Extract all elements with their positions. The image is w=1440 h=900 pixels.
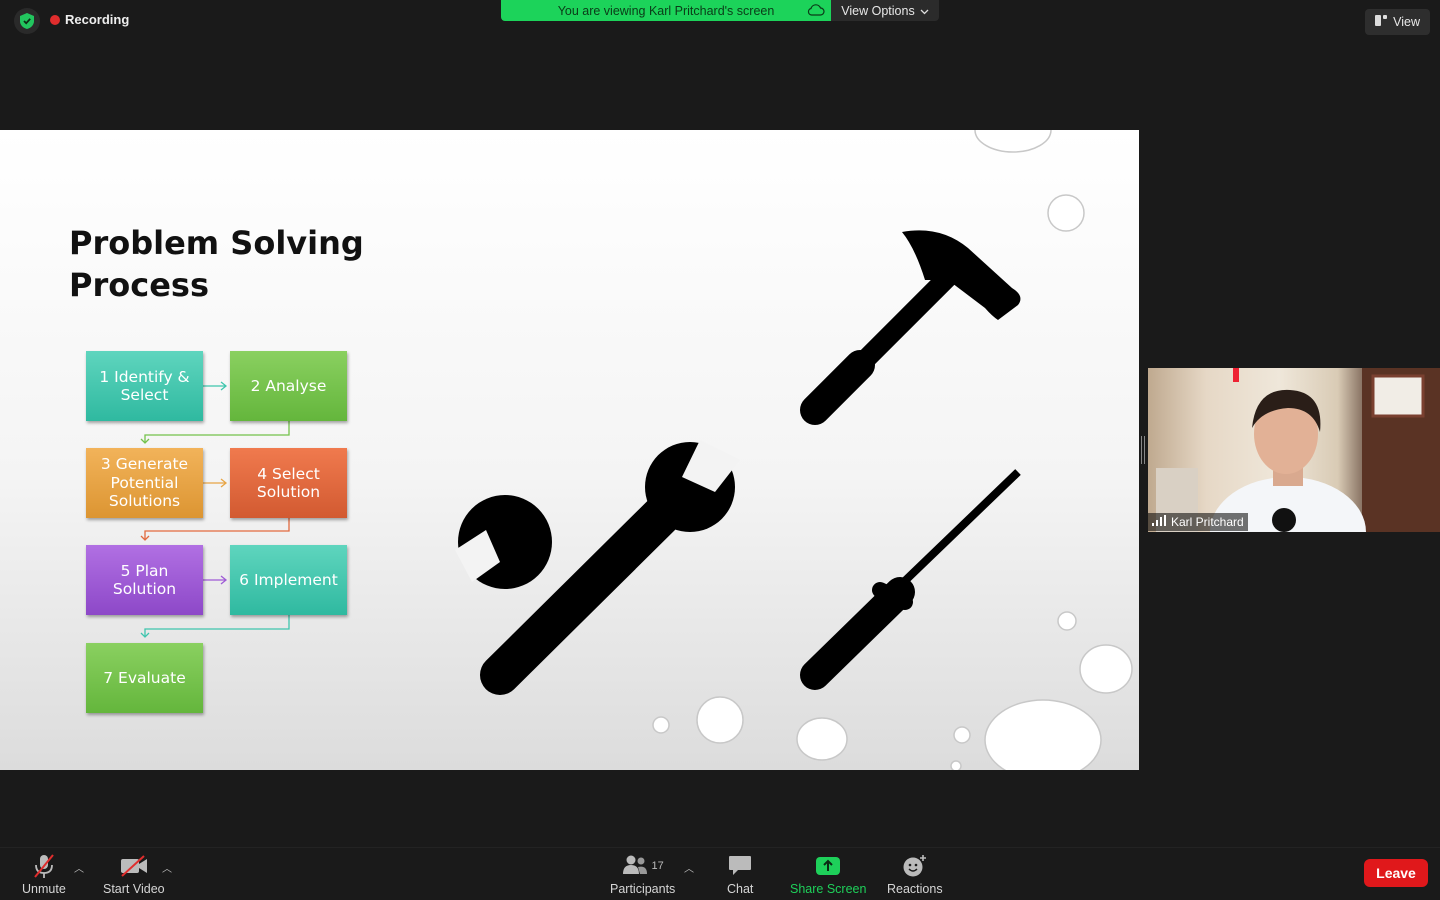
chat-button[interactable]: Chat bbox=[727, 852, 753, 896]
start-video-label: Start Video bbox=[103, 882, 165, 896]
step-box-2: 2 Analyse bbox=[230, 351, 347, 421]
unmute-label: Unmute bbox=[22, 882, 66, 896]
participants-icon bbox=[622, 855, 648, 878]
recording-label: Recording bbox=[65, 12, 130, 27]
view-layout-button[interactable]: View bbox=[1365, 9, 1430, 35]
zoom-meeting-window: Recording You are viewing Karl Pritchard… bbox=[0, 0, 1440, 900]
video-options-caret-icon[interactable]: ︿ bbox=[162, 860, 172, 875]
start-video-button[interactable]: Start Video bbox=[103, 852, 165, 896]
chat-label: Chat bbox=[727, 882, 754, 896]
shared-screen-slide: Problem Solving Process 1 Identify & Sel… bbox=[0, 130, 1139, 770]
hammer-icon bbox=[800, 230, 1021, 425]
video-camera-off-icon bbox=[120, 852, 148, 880]
recording-dot-icon bbox=[50, 14, 60, 25]
panel-resize-handle[interactable] bbox=[1141, 436, 1145, 464]
participant-name: Karl Pritchard bbox=[1171, 515, 1244, 529]
step-box-1: 1 Identify & Select bbox=[86, 351, 203, 421]
participant-name-tag: Karl Pritchard bbox=[1148, 513, 1248, 531]
participant-video-frame bbox=[1156, 368, 1440, 532]
screwdriver-icon bbox=[800, 469, 1021, 690]
audio-options-caret-icon[interactable]: ︿ bbox=[74, 860, 84, 875]
reactions-label: Reactions bbox=[887, 882, 943, 896]
water-droplets bbox=[652, 130, 1133, 770]
step-box-5: 5 Plan Solution bbox=[86, 545, 203, 615]
participants-button[interactable]: 17 Participants bbox=[610, 852, 675, 896]
unmute-button[interactable]: Unmute bbox=[22, 852, 66, 896]
recording-indicator[interactable]: Recording bbox=[50, 12, 129, 27]
leave-button[interactable]: Leave bbox=[1364, 859, 1428, 887]
view-options-label: View Options bbox=[841, 3, 915, 18]
chat-bubble-icon bbox=[728, 852, 752, 880]
security-shield-icon[interactable] bbox=[14, 8, 40, 34]
participants-label: Participants bbox=[610, 882, 676, 896]
wrench-icon bbox=[455, 440, 740, 695]
participants-count: 17 bbox=[651, 860, 664, 872]
chevron-down-icon bbox=[920, 4, 929, 18]
signal-strength-icon bbox=[1152, 515, 1166, 529]
step-box-3: 3 Generate Potential Solutions bbox=[86, 448, 203, 518]
participants-caret-icon[interactable]: ︿ bbox=[684, 860, 694, 875]
viewing-screen-banner: You are viewing Karl Pritchard's screen bbox=[501, 0, 831, 21]
participant-video-tile[interactable]: Karl Pritchard bbox=[1148, 368, 1440, 532]
share-screen-button[interactable]: Share Screen bbox=[790, 852, 866, 896]
reactions-button[interactable]: Reactions bbox=[887, 852, 943, 896]
meeting-toolbar: Unmute ︿ Start Video ︿ 17 Participants ︿ bbox=[0, 847, 1440, 900]
step-box-7: 7 Evaluate bbox=[86, 643, 203, 713]
grid-view-icon bbox=[1375, 15, 1388, 29]
reactions-smiley-icon bbox=[902, 852, 928, 880]
view-options-dropdown[interactable]: View Options bbox=[831, 0, 939, 21]
share-screen-icon bbox=[815, 852, 841, 880]
viewing-banner-text: You are viewing Karl Pritchard's screen bbox=[557, 3, 775, 18]
share-screen-label: Share Screen bbox=[790, 882, 867, 896]
view-button-label: View bbox=[1393, 15, 1420, 29]
cloud-icon bbox=[807, 3, 825, 20]
step-box-6: 6 Implement bbox=[230, 545, 347, 615]
step-box-4: 4 Select Solution bbox=[230, 448, 347, 518]
microphone-muted-icon bbox=[31, 852, 57, 880]
